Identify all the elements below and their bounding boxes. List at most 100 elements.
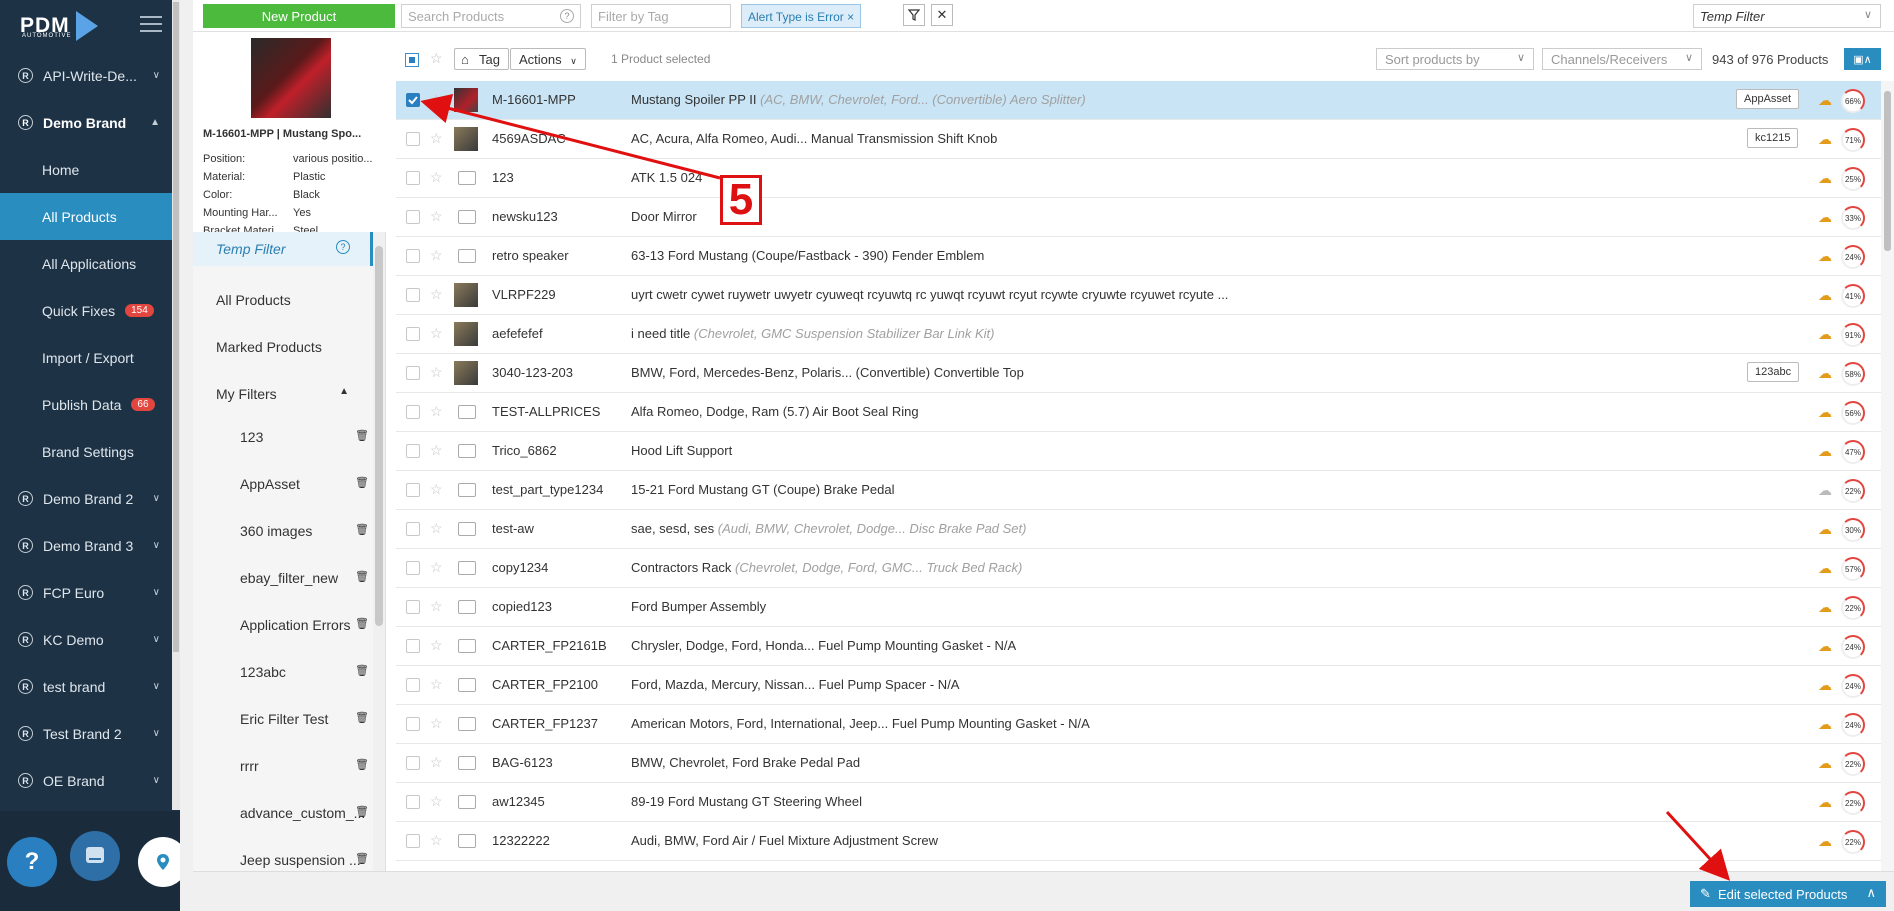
row-checkbox[interactable] <box>406 93 420 107</box>
toggle-panel-button[interactable]: ▣∧ <box>1844 48 1881 70</box>
star-icon[interactable]: ☆ <box>430 559 443 576</box>
saved-filter-item[interactable]: AppAsset 🗑 <box>193 476 373 492</box>
nav-item-home[interactable]: Home <box>0 146 180 193</box>
product-description[interactable]: BMW, Chevrolet, Ford Brake Pedal Pad <box>631 755 860 770</box>
chat-button[interactable] <box>70 831 120 881</box>
star-icon[interactable]: ☆ <box>430 91 443 108</box>
filters-scrollbar-thumb[interactable] <box>375 246 383 626</box>
nav-scrollbar-thumb[interactable] <box>173 2 179 652</box>
product-sku[interactable]: 3040-123-203 <box>492 365 573 380</box>
nav-item-all-applications[interactable]: All Applications <box>0 240 180 287</box>
product-description[interactable]: ATK 1.5 024 <box>631 170 702 185</box>
product-sku[interactable]: CARTER_FP2161B <box>492 638 607 653</box>
product-sku[interactable]: CARTER_FP1237 <box>492 716 598 731</box>
trash-icon[interactable]: 🗑 <box>355 617 369 630</box>
filter-all-products[interactable]: All Products <box>193 292 373 308</box>
star-icon[interactable]: ☆ <box>430 676 443 693</box>
my-filters-header[interactable]: My Filters ▲ <box>193 386 373 402</box>
filter-icon-button[interactable] <box>903 4 925 26</box>
saved-filter-item[interactable]: Jeep suspension ... 🗑 <box>193 852 373 868</box>
product-sku[interactable]: test_part_type1234 <box>492 482 603 497</box>
trash-icon[interactable]: 🗑 <box>355 758 369 771</box>
star-icon[interactable]: ☆ <box>430 364 443 381</box>
saved-filter-item[interactable]: ebay_filter_new 🗑 <box>193 570 373 586</box>
star-icon[interactable]: ☆ <box>430 286 443 303</box>
product-description[interactable]: Ford, Mazda, Mercury, Nissan... Fuel Pum… <box>631 677 959 692</box>
menu-toggle-icon[interactable] <box>140 16 162 34</box>
edit-selected-products-button[interactable]: ✎ Edit selected Products ∧ <box>1690 881 1886 907</box>
product-sku[interactable]: CARTER_FP2100 <box>492 677 598 692</box>
table-row[interactable]: ☆ newsku123 Door Mirror ☁ 33% <box>396 198 1881 237</box>
product-description[interactable]: Audi, BMW, Ford Air / Fuel Mixture Adjus… <box>631 833 938 848</box>
star-icon[interactable]: ☆ <box>430 208 443 225</box>
trash-icon[interactable]: 🗑 <box>355 805 369 818</box>
product-sku[interactable]: 123 <box>492 170 514 185</box>
product-sku[interactable]: BAG-6123 <box>492 755 553 770</box>
row-checkbox[interactable] <box>406 717 420 731</box>
tag-button[interactable]: ⌂ Tag <box>454 48 509 70</box>
product-sku[interactable]: VLRPF229 <box>492 287 556 302</box>
product-description[interactable]: Ford Bumper Assembly <box>631 599 766 614</box>
row-checkbox[interactable] <box>406 249 420 263</box>
saved-filter-item[interactable]: 123abc 🗑 <box>193 664 373 680</box>
table-row[interactable]: ☆ TEST-ALLPRICES Alfa Romeo, Dodge, Ram (5… <box>396 393 1881 432</box>
product-description[interactable]: 63-13 Ford Mustang (Coupe/Fastback - 390… <box>631 248 984 263</box>
table-row[interactable]: ☆ test_part_type1234 15-21 Ford Mustang GT… <box>396 471 1881 510</box>
location-button[interactable] <box>138 837 180 887</box>
row-checkbox[interactable] <box>406 288 420 302</box>
nav-item-publish-data[interactable]: Publish Data 66 <box>0 381 180 428</box>
table-row[interactable]: ☆ test-aw sae, sesd, ses (Audi, BMW, Chevr… <box>396 510 1881 549</box>
product-description[interactable]: Door Mirror <box>631 209 697 224</box>
nav-item-test-brand[interactable]: Rtest brand ∨ <box>0 663 180 710</box>
product-description[interactable]: Chrysler, Dodge, Ford, Honda... Fuel Pum… <box>631 638 1016 653</box>
row-checkbox[interactable] <box>406 366 420 380</box>
row-checkbox[interactable] <box>406 756 420 770</box>
product-sku[interactable]: 4569ASDAC <box>492 131 566 146</box>
star-icon[interactable]: ☆ <box>430 169 443 186</box>
table-scrollbar[interactable] <box>1881 81 1894 871</box>
star-icon[interactable]: ☆ <box>430 442 443 459</box>
clear-filter-button[interactable]: ✕ <box>931 4 953 26</box>
filters-scrollbar[interactable] <box>373 232 385 872</box>
table-row[interactable]: ☆ M-16601-MPP Mustang Spoiler PP II (AC, B… <box>396 81 1881 120</box>
star-icon[interactable]: ☆ <box>430 520 443 537</box>
channels-select[interactable]: Channels/Receivers ∨ <box>1542 48 1702 70</box>
product-sku[interactable]: newsku123 <box>492 209 558 224</box>
product-description[interactable]: Contractors Rack (Chevrolet, Dodge, Ford… <box>631 560 1022 575</box>
row-checkbox[interactable] <box>406 834 420 848</box>
product-description[interactable]: Hood Lift Support <box>631 443 732 458</box>
new-product-button[interactable]: New Product <box>203 4 395 28</box>
star-icon[interactable]: ☆ <box>430 793 443 810</box>
trash-icon[interactable]: 🗑 <box>355 664 369 677</box>
saved-filter-item[interactable]: rrrr 🗑 <box>193 758 373 774</box>
select-all-checkbox[interactable] <box>405 53 419 67</box>
star-icon[interactable]: ☆ <box>430 50 443 67</box>
product-description[interactable]: uyrt cwetr cywet ruywetr uwyetr cyuweqt … <box>631 287 1228 302</box>
nav-item-quick-fixes[interactable]: Quick Fixes 154 <box>0 287 180 334</box>
table-row[interactable]: ☆ Trico_6862 Hood Lift Support ☁ 47% <box>396 432 1881 471</box>
nav-item-test-brand-2[interactable]: R Test Brand 2 ∨ <box>0 710 180 757</box>
table-row[interactable]: ☆ CARTER_FP2161B Chrysler, Dodge, Ford, Ho… <box>396 627 1881 666</box>
product-description[interactable]: sae, sesd, ses (Audi, BMW, Chevrolet, Do… <box>631 521 1026 536</box>
saved-filter-item[interactable]: 123 🗑 <box>193 429 373 445</box>
temp-filter-select[interactable]: Temp Filter ∨ <box>1693 4 1881 28</box>
search-help-icon[interactable]: ? <box>560 9 574 23</box>
saved-filter-item[interactable]: Eric Filter Test 🗑 <box>193 711 373 727</box>
product-description[interactable]: Mustang Spoiler PP II (AC, BMW, Chevrole… <box>631 92 1086 107</box>
star-icon[interactable]: ☆ <box>430 247 443 264</box>
actions-dropdown[interactable]: Actions ∨ <box>510 48 586 70</box>
star-icon[interactable]: ☆ <box>430 637 443 654</box>
product-description[interactable]: American Motors, Ford, International, Je… <box>631 716 1090 731</box>
nav-item-demo-brand[interactable]: R Demo Brand ▲ <box>0 99 180 146</box>
trash-icon[interactable]: 🗑 <box>355 570 369 583</box>
table-scrollbar-thumb[interactable] <box>1884 91 1891 251</box>
nav-item-demo-brand-2[interactable]: R Demo Brand 2 ∨ <box>0 475 180 522</box>
product-sku[interactable]: Trico_6862 <box>492 443 557 458</box>
table-row[interactable]: ☆ copied123 Ford Bumper Assembly ☁ 22% <box>396 588 1881 627</box>
row-checkbox[interactable] <box>406 678 420 692</box>
product-sku[interactable]: aefefefef <box>492 326 543 341</box>
trash-icon[interactable]: 🗑 <box>355 523 369 536</box>
star-icon[interactable]: ☆ <box>430 754 443 771</box>
table-row[interactable]: ☆ VLRPF229 uyrt cwetr cywet ruywetr uwyetr… <box>396 276 1881 315</box>
product-description[interactable]: i need title (Chevrolet, GMC Suspension … <box>631 326 994 341</box>
